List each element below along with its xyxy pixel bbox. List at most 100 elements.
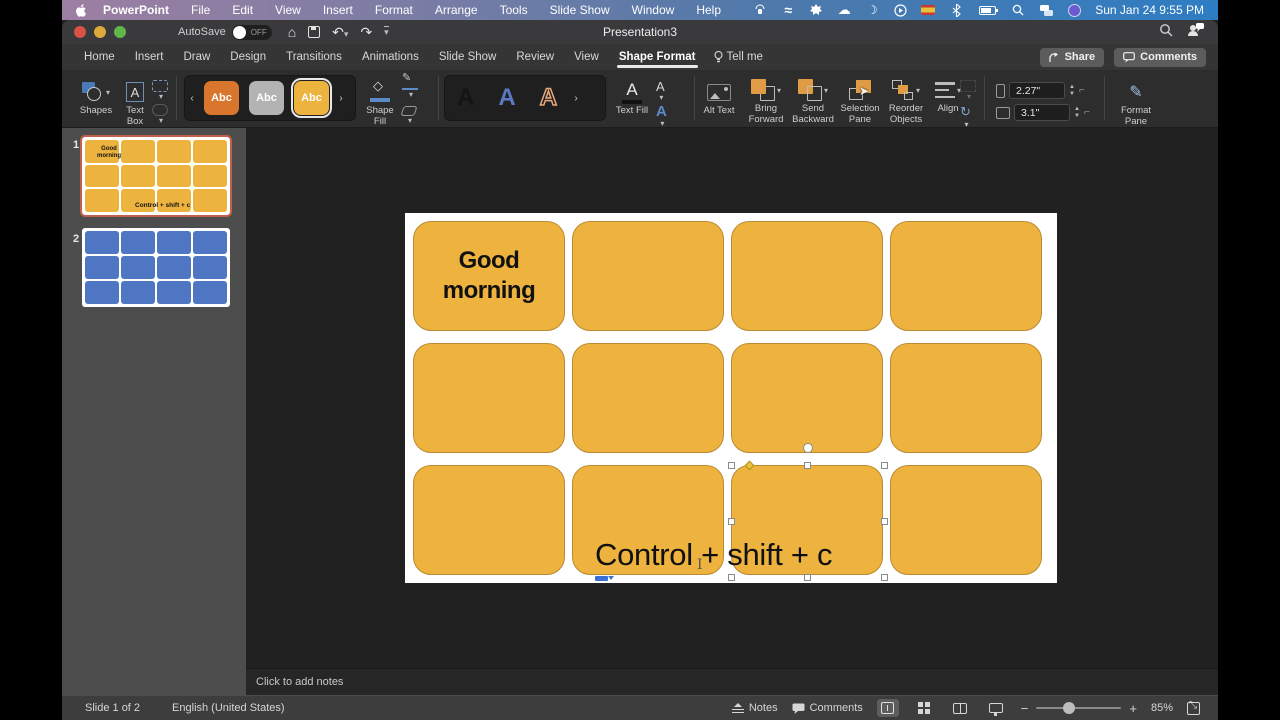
good-morning-text[interactable]: Good morning [413, 221, 565, 331]
gallery-prev-icon[interactable]: ‹ [185, 93, 199, 104]
rotate-objects-button[interactable]: ↻▾ [960, 104, 971, 129]
slide-count-label[interactable]: Slide 1 of 2 [85, 702, 140, 714]
minimize-window-button[interactable] [94, 26, 106, 38]
autocorrect-options-widget[interactable] [595, 576, 608, 581]
menu-item-format[interactable]: Format [364, 0, 424, 20]
comments-button[interactable]: Comments [1114, 48, 1206, 67]
shape-fill-button[interactable]: Shape Fill [360, 78, 400, 128]
notes-toggle-button[interactable]: Notes [732, 702, 778, 714]
alt-text-button[interactable]: Alt Text [702, 78, 736, 117]
customize-toolbar-icon[interactable]: ▾ [384, 26, 389, 38]
spain-flag-icon[interactable] [921, 3, 935, 17]
apple-menu-icon[interactable] [74, 3, 88, 17]
menu-item-edit[interactable]: Edit [221, 0, 264, 20]
spotlight-search-icon[interactable] [1011, 3, 1025, 17]
selection-handle-s[interactable] [804, 574, 811, 581]
shape-r1c3[interactable] [731, 221, 883, 331]
selection-handle-nw[interactable] [728, 462, 735, 469]
shape-r1c4[interactable] [890, 221, 1042, 331]
waves-icon[interactable]: ≈ [781, 3, 795, 17]
menu-item-powerpoint[interactable]: PowerPoint [92, 0, 180, 20]
windows-icon[interactable] [1039, 3, 1053, 17]
tab-slide-show[interactable]: Slide Show [429, 45, 507, 69]
slide-sorter-view-button[interactable] [913, 699, 935, 717]
menu-item-insert[interactable]: Insert [312, 0, 364, 20]
shape-effects-button[interactable]: ▾ [402, 106, 416, 125]
menu-item-view[interactable]: View [264, 0, 312, 20]
zoom-out-button[interactable]: − [1021, 701, 1029, 716]
undo-icon[interactable]: ↶▾ [332, 24, 348, 41]
shapes-button[interactable]: ▾ Shapes [76, 78, 116, 117]
shape-height-field[interactable]: 2.27" ▲▼ ⌐ [996, 82, 1085, 99]
text-box-button[interactable]: A Text Box [118, 78, 152, 128]
close-window-button[interactable] [74, 26, 86, 38]
edit-shape-button[interactable]: ▾ [152, 80, 168, 101]
menu-bar-clock[interactable]: Sun Jan 24 9:55 PM [1095, 3, 1204, 17]
shape-style-swatch-gray[interactable]: Abc [249, 81, 284, 115]
height-steppers[interactable]: ▲▼ [1069, 84, 1075, 97]
home-icon[interactable]: ⌂ [288, 24, 296, 40]
tab-home[interactable]: Home [74, 45, 125, 69]
selection-handle-se[interactable] [881, 574, 888, 581]
bluetooth-icon[interactable] [949, 3, 963, 17]
shape-r2c4[interactable] [890, 343, 1042, 453]
bring-forward-button[interactable]: ▾ Bring Forward [744, 76, 788, 126]
wordart-orange-outline[interactable]: A [540, 86, 557, 110]
editing-text[interactable]: Control + shift + c [595, 537, 832, 573]
antivirus-icon[interactable] [809, 3, 823, 17]
slide-1-thumbnail[interactable]: Good morning Control + shift + c [82, 137, 230, 215]
rotate-handle[interactable] [803, 443, 813, 453]
zoom-window-button[interactable] [114, 26, 126, 38]
search-icon[interactable] [1159, 23, 1173, 42]
menu-item-window[interactable]: Window [621, 0, 686, 20]
selection-pane-button[interactable]: ➤ Selection Pane [838, 76, 882, 126]
tab-review[interactable]: Review [506, 45, 564, 69]
gallery-next-icon[interactable]: › [334, 93, 348, 104]
selection-handle-w[interactable] [728, 518, 735, 525]
shape-style-swatch-gold-selected[interactable]: Abc [294, 81, 329, 115]
shape-style-swatch-orange[interactable]: Abc [204, 81, 239, 115]
wordart-blue[interactable]: A [498, 86, 515, 110]
text-fill-button[interactable]: A Text Fill [612, 78, 652, 117]
tab-shape-format[interactable]: Shape Format [609, 45, 706, 69]
width-value[interactable]: 3.1" [1014, 104, 1070, 121]
language-label[interactable]: English (United States) [172, 702, 285, 714]
zoom-in-button[interactable]: + [1129, 701, 1137, 716]
shape-r2c2[interactable] [572, 343, 724, 453]
selection-handle-n[interactable] [804, 462, 811, 469]
normal-view-button[interactable] [877, 699, 899, 717]
tab-design[interactable]: Design [220, 45, 276, 69]
send-backward-button[interactable]: ▾ Send Backward [790, 76, 836, 126]
selection-handle-sw[interactable] [728, 574, 735, 581]
moon-icon[interactable]: ☽ [865, 3, 879, 17]
tab-draw[interactable]: Draw [173, 45, 220, 69]
text-effects-button[interactable]: A▾ [656, 104, 667, 128]
group-objects-button[interactable]: ▾ [960, 80, 976, 101]
zoom-slider-handle[interactable] [1063, 702, 1075, 714]
wordart-gallery-next-icon[interactable]: › [569, 93, 583, 104]
battery-icon[interactable] [977, 3, 997, 17]
shape-outline-button[interactable]: ▾ [402, 80, 418, 99]
shape-r3c4[interactable] [890, 465, 1042, 575]
presenter-coaching-icon[interactable] [1187, 22, 1204, 42]
height-value[interactable]: 2.27" [1009, 82, 1065, 99]
menu-item-file[interactable]: File [180, 0, 221, 20]
text-outline-button[interactable]: A▾ [656, 80, 665, 102]
slideshow-view-button[interactable] [985, 699, 1007, 717]
autosave-toggle[interactable]: OFF [232, 25, 272, 40]
shape-r1c2[interactable] [572, 221, 724, 331]
save-icon[interactable] [308, 26, 320, 38]
tab-transitions[interactable]: Transitions [276, 45, 352, 69]
merge-shapes-button[interactable]: ▾ [152, 104, 168, 125]
comments-toggle-button[interactable]: Comments [792, 702, 863, 714]
menu-item-tools[interactable]: Tools [489, 0, 539, 20]
width-steppers[interactable]: ▲▼ [1074, 106, 1080, 119]
slide-canvas[interactable]: Good morning Control + shift + c I [405, 213, 1057, 583]
tell-me-button[interactable]: Tell me [706, 51, 771, 64]
shape-width-field[interactable]: 3.1" ▲▼ ⌐ [996, 104, 1090, 121]
assistant-icon[interactable] [1067, 3, 1081, 17]
shape-r2c3[interactable] [731, 343, 883, 453]
tab-insert[interactable]: Insert [125, 45, 174, 69]
menu-item-arrange[interactable]: Arrange [424, 0, 489, 20]
tab-animations[interactable]: Animations [352, 45, 429, 69]
